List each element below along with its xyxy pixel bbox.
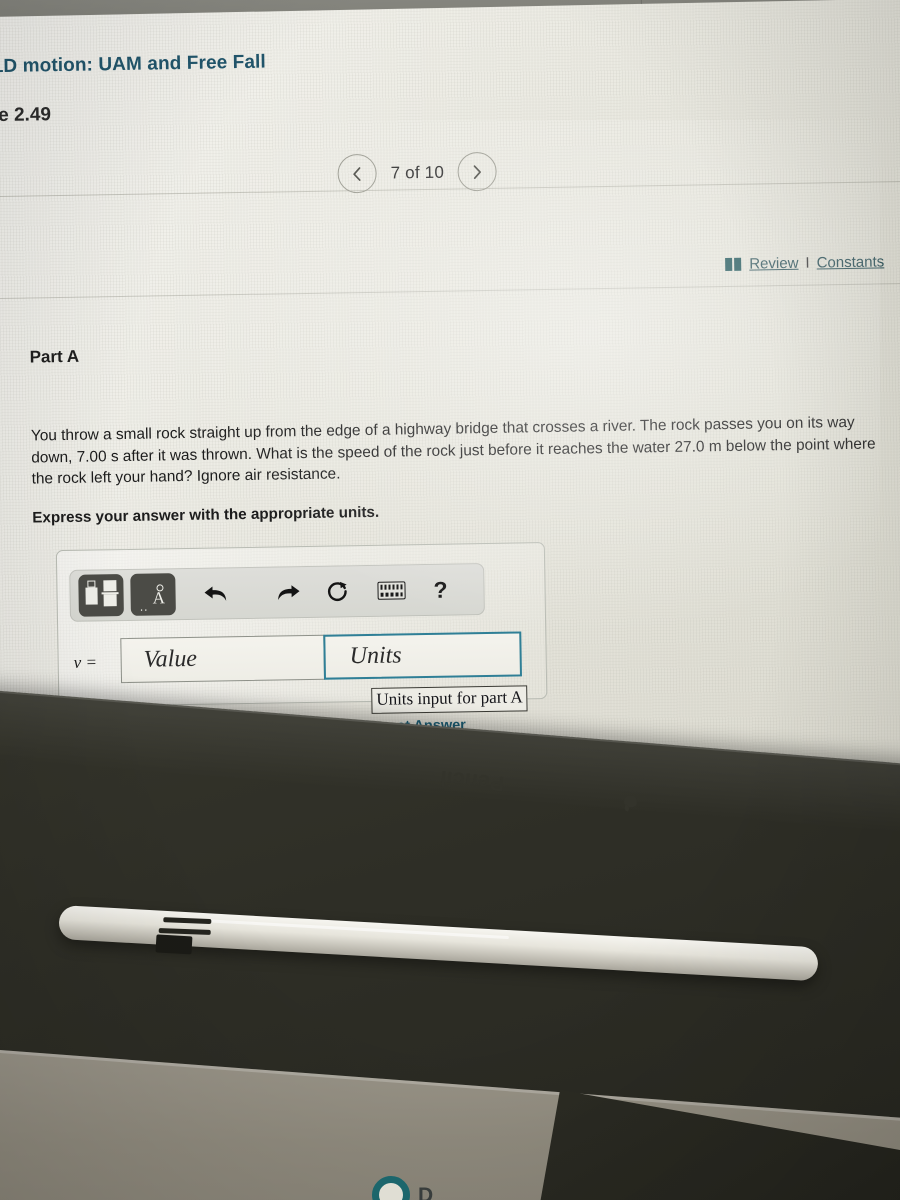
value-input[interactable]: Value — [120, 634, 326, 684]
undo-arrow-icon — [204, 586, 226, 601]
undo-button[interactable] — [191, 572, 240, 615]
redo-button[interactable] — [263, 571, 312, 614]
divider-mid — [0, 282, 900, 300]
units-template-button[interactable]: A .. — [130, 573, 176, 616]
book-icon — [725, 257, 742, 272]
answer-toolbar: A .. ? — [69, 563, 485, 622]
prev-problem-button[interactable] — [337, 153, 377, 194]
pager-label: 7 of 10 — [390, 162, 445, 183]
chevron-right-icon — [474, 164, 482, 179]
apple-logo-icon — [622, 794, 639, 812]
equation-label: v = — [73, 652, 98, 672]
bottom-logo-text: D — [418, 1184, 434, 1200]
instruction-text: Express your answer with the appropriate… — [32, 503, 380, 527]
keyboard-button[interactable] — [369, 569, 414, 612]
keyboard-icon — [377, 581, 406, 600]
help-button[interactable]: ? — [423, 568, 458, 611]
units-placeholder: Units — [349, 642, 402, 670]
reset-circular-arrow-icon — [328, 581, 347, 601]
exercise-label: se 2.49 — [0, 104, 52, 127]
units-dots-label: .. — [139, 599, 149, 614]
units-input-tooltip: Units input for part A — [371, 685, 528, 714]
review-constants-row: Review I Constants — [725, 253, 884, 273]
question-text: You throw a small rock straight up from … — [30, 413, 876, 488]
redo-arrow-icon — [277, 584, 300, 600]
part-label: Part A — [29, 346, 80, 367]
review-link[interactable]: Review — [749, 255, 798, 273]
angstrom-label: A — [152, 588, 166, 608]
chevron-left-icon — [353, 166, 361, 181]
mastering-physics-page: 1D motion: UAM and Free Fall se 2.49 7 o… — [0, 3, 900, 819]
problem-pager: 7 of 10 — [337, 151, 498, 194]
constants-link[interactable]: Constants — [816, 253, 884, 271]
next-problem-button[interactable] — [457, 151, 498, 192]
review-separator: I — [805, 254, 810, 272]
assignment-title: 1D motion: UAM and Free Fall — [0, 51, 266, 78]
value-placeholder: Value — [143, 645, 198, 673]
units-input[interactable]: Units — [323, 631, 522, 680]
screenshot-stage: Video Tutor Solution:... Uni 1D motion: … — [0, 0, 900, 1200]
math-template-button[interactable] — [78, 574, 124, 617]
reset-button[interactable] — [317, 570, 358, 613]
